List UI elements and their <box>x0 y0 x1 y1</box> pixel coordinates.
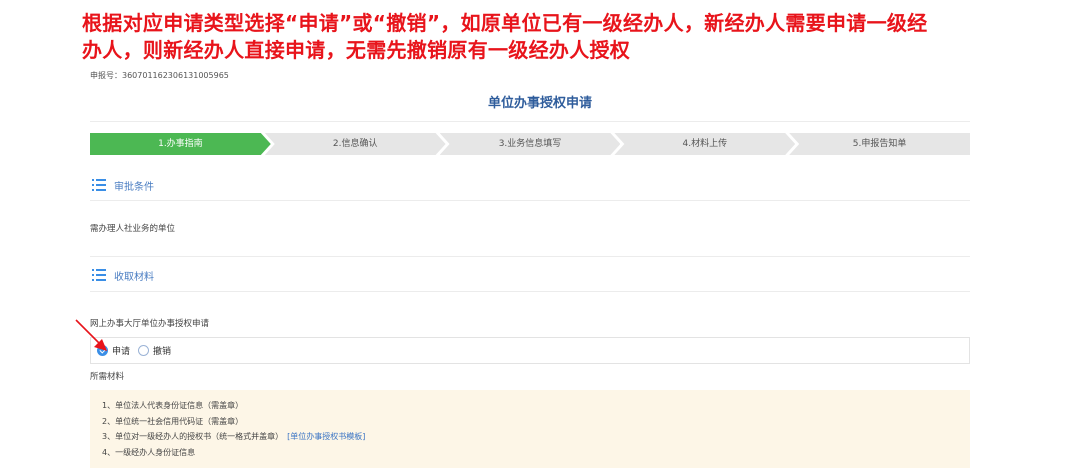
list-item-text: 2、单位统一社会信用代码证（需盖章） <box>102 416 244 426</box>
radio-label[interactable]: 申请 <box>112 344 130 357</box>
list-icon <box>92 179 106 191</box>
list-icon <box>92 269 106 281</box>
apply-number: 申报号：360701162306131005965 <box>90 71 229 80</box>
radio-unchecked-icon[interactable] <box>138 345 150 356</box>
apply-type-radio-group: 申请 撤销 <box>90 337 970 364</box>
section-title: 收取材料 <box>114 271 154 283</box>
section-divider <box>90 256 970 257</box>
step-business-info[interactable]: 3.业务信息填写 <box>440 133 621 155</box>
list-item: 3、单位对一级经办人的授权书（统一格式并盖章） [单位办事授权书模板] <box>102 429 958 445</box>
section-materials: 收取材料 <box>90 260 970 290</box>
list-item: 1、单位法人代表身份证信息（需盖章） <box>102 398 958 414</box>
annotation-line-1: 根据对应申请类型选择“申请”或“撤销”，如原单位已有一级经办人，新经办人需要申请… <box>82 11 928 35</box>
list-item: 4、一级经办人身份证信息 <box>102 445 958 461</box>
list-item: 2、单位统一社会信用代码证（需盖章） <box>102 414 958 430</box>
section-divider <box>90 291 970 292</box>
annotation-line-2: 办人，则新经办人直接申请，无需先撤销原有一级经办人授权 <box>82 38 631 62</box>
list-item-text: 4、一级经办人身份证信息 <box>102 447 196 457</box>
radio-label[interactable]: 撤销 <box>153 344 171 357</box>
required-materials-label: 所需材料 <box>90 372 125 382</box>
template-download-link[interactable]: [单位办事授权书模板] <box>287 432 365 441</box>
section-title: 审批条件 <box>114 181 154 193</box>
list-item-text: 3、单位对一级经办人的授权书（统一格式并盖章） <box>102 432 284 441</box>
section-approval-conditions: 审批条件 <box>90 170 970 200</box>
radio-revoke[interactable]: 撤销 <box>138 344 171 357</box>
step-progress: 1.办事指南 2.信息确认 3.业务信息填写 4.材料上传 5.申报告知单 <box>90 133 970 155</box>
step-material-upload[interactable]: 4.材料上传 <box>614 133 795 155</box>
page-title: 单位办事授权申请 <box>487 96 592 111</box>
red-arrow-annotation <box>75 319 107 351</box>
materials-list: 1、单位法人代表身份证信息（需盖章） 2、单位统一社会信用代码证（需盖章） 3、… <box>90 390 970 468</box>
step-info-confirm[interactable]: 2.信息确认 <box>265 133 446 155</box>
step-notice[interactable]: 5.申报告知单 <box>789 133 970 155</box>
approval-condition-text: 需办理人社业务的单位 <box>90 224 176 234</box>
annotation-note: 根据对应申请类型选择“申请”或“撤销”，如原单位已有一级经办人，新经办人需要申请… <box>82 10 1002 64</box>
step-guide[interactable]: 1.办事指南 <box>90 133 271 155</box>
section-divider <box>90 200 970 201</box>
list-item-text: 1、单位法人代表身份证信息（需盖章） <box>102 401 244 410</box>
title-divider <box>90 121 970 122</box>
